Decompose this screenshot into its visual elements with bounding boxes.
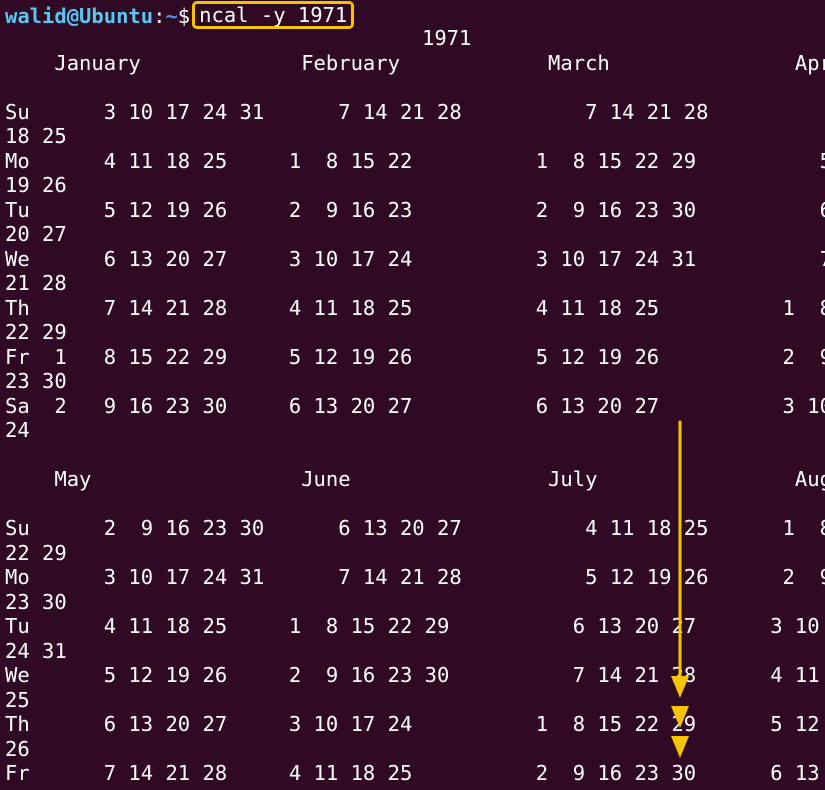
calendar-line: 23 30 — [5, 369, 67, 393]
calendar-line: Mo 3 10 17 24 31 7 14 21 28 5 12 19 26 2… — [5, 565, 825, 589]
prompt-separator: : — [153, 4, 166, 28]
prompt-line: walid@Ubuntu:~$ ncal -y 1971 — [5, 1, 355, 30]
calendar-line: 20 27 — [5, 222, 67, 246]
scroll-down-arrow-icon — [671, 420, 689, 758]
calendar-line: Tu 5 12 19 26 2 9 16 23 2 9 16 23 30 6 1… — [5, 197, 825, 222]
prompt-path: ~ — [165, 4, 178, 28]
calendar-line: We 5 12 19 26 2 9 16 23 30 7 14 21 28 4 … — [5, 663, 825, 687]
calendar-line: Fr 7 14 21 28 4 11 18 25 2 9 16 23 30 6 … — [5, 761, 825, 785]
calendar-line: 19 26 — [5, 173, 67, 197]
calendar-line: Mo 4 11 18 25 1 8 15 22 1 8 15 22 29 5 1… — [5, 148, 825, 173]
calendar-line: Su 3 10 17 24 31 7 14 21 28 7 14 21 28 4… — [5, 99, 825, 124]
calendar-line: 26 — [5, 736, 30, 761]
terminal-window[interactable]: walid@Ubuntu:~$ ncal -y 1971 1971 January… — [0, 0, 825, 790]
calendar-line: Tu 4 11 18 25 1 8 15 22 29 6 13 20 27 3 … — [5, 614, 825, 638]
command-highlight-box: ncal -y 1971 — [192, 1, 355, 29]
calendar-line: Th 7 14 21 28 4 11 18 25 4 11 18 25 1 8 … — [5, 295, 825, 320]
calendar-line: 24 31 — [5, 638, 67, 663]
calendar-line: Su 2 9 16 23 30 6 13 20 27 4 11 18 25 1 … — [5, 516, 825, 540]
calendar-line: 18 25 — [5, 124, 67, 148]
prompt-dollar: $ — [177, 4, 191, 28]
calendar-line: 21 28 — [5, 271, 67, 295]
calendar-line: 22 29 — [5, 320, 67, 344]
calendar-line: We 6 13 20 27 3 10 17 24 3 10 17 24 31 7… — [5, 246, 825, 271]
calendar-year-title: 1971 — [422, 26, 472, 50]
calendar-line: May June July August — [5, 467, 825, 491]
calendar-line: Th 6 13 20 27 3 10 17 24 1 8 15 22 29 5 … — [5, 712, 825, 736]
calendar-line: 24 — [5, 418, 30, 442]
calendar-line: Sa 2 9 16 23 30 6 13 20 27 6 13 20 27 3 … — [5, 393, 825, 418]
calendar-line: 25 — [5, 687, 30, 712]
command-text: ncal -y 1971 — [199, 3, 348, 27]
calendar-line: 22 29 — [5, 540, 67, 565]
prompt-user-host: walid@Ubuntu — [5, 4, 154, 28]
calendar-line: Fr 1 8 15 22 29 5 12 19 26 5 12 19 26 2 … — [5, 344, 825, 369]
calendar-line: January February March April — [5, 50, 825, 75]
calendar-line: 23 30 — [5, 589, 67, 614]
